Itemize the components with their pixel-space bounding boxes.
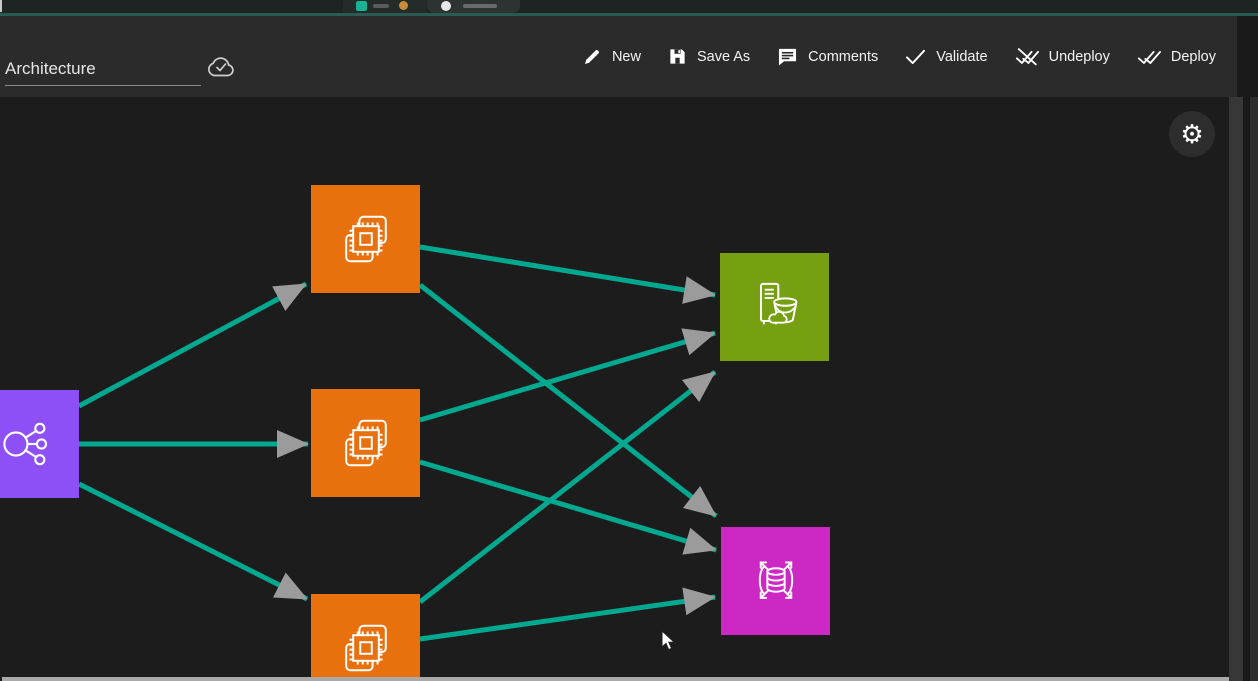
new-label: New (612, 49, 641, 65)
window-scrollbar[interactable] (1250, 97, 1258, 681)
save-as-button[interactable]: Save As (668, 47, 750, 66)
undeploy-label: Undeploy (1049, 49, 1110, 65)
settings-gear-button[interactable]: ⚙ (1169, 111, 1215, 157)
edge-lb-compute1 (79, 284, 306, 406)
browser-tab-strip (0, 0, 1258, 13)
tab-favicon-icon (441, 1, 451, 11)
double-check-icon (1137, 48, 1161, 66)
check-icon (905, 48, 926, 65)
edge-compute2-database (420, 462, 716, 550)
mouse-cursor (661, 630, 677, 652)
comments-label: Comments (808, 49, 878, 65)
ec2-instances-icon (333, 206, 399, 272)
gear-icon: ⚙ (1180, 119, 1203, 149)
node-compute-3[interactable] (311, 594, 420, 681)
browser-tab-1[interactable] (343, 0, 427, 13)
undeploy-icon (1015, 46, 1039, 67)
tab-title-fragment (373, 4, 389, 8)
toolbar: New Save As Comments Validate (582, 46, 1216, 67)
tab-title-fragment (463, 4, 497, 8)
node-compute-1[interactable] (311, 185, 420, 293)
diagram-canvas[interactable]: ⚙ (0, 97, 1229, 681)
edge-lb-compute3 (79, 484, 307, 599)
architecture-name-input[interactable] (5, 52, 201, 86)
edges-layer (0, 97, 1229, 681)
database-scale-icon (743, 548, 809, 614)
node-database[interactable] (721, 527, 830, 635)
vertical-scrollbar[interactable] (1229, 97, 1243, 681)
ec2-instances-icon (333, 615, 399, 681)
server-bucket-icon (742, 274, 808, 340)
window-edge-notch (0, 0, 2, 12)
deploy-label: Deploy (1171, 49, 1216, 65)
browser-tab-2[interactable] (427, 0, 520, 13)
app-logo-icon (356, 1, 367, 11)
tab-favicon-icon (399, 1, 408, 10)
node-compute-2[interactable] (311, 389, 420, 497)
deploy-button[interactable]: Deploy (1137, 48, 1216, 66)
horizontal-scrollbar[interactable] (2, 677, 1229, 681)
pencil-icon (582, 47, 602, 67)
node-storage[interactable] (720, 253, 829, 361)
ec2-instances-icon (333, 410, 399, 476)
edge-compute1-database (420, 285, 716, 516)
load-balancer-icon (0, 411, 58, 477)
validate-button[interactable]: Validate (905, 48, 987, 65)
edge-compute1-storage (420, 247, 715, 295)
app-header: New Save As Comments Validate (0, 16, 1237, 97)
cloud-check-icon (205, 54, 237, 80)
new-button[interactable]: New (582, 47, 641, 67)
undeploy-button[interactable]: Undeploy (1015, 46, 1110, 67)
validate-label: Validate (936, 49, 987, 65)
save-icon (668, 47, 687, 66)
save-as-label: Save As (697, 49, 750, 65)
comments-icon (777, 47, 798, 66)
comments-button[interactable]: Comments (777, 47, 878, 66)
node-load-balancer[interactable] (0, 390, 79, 498)
